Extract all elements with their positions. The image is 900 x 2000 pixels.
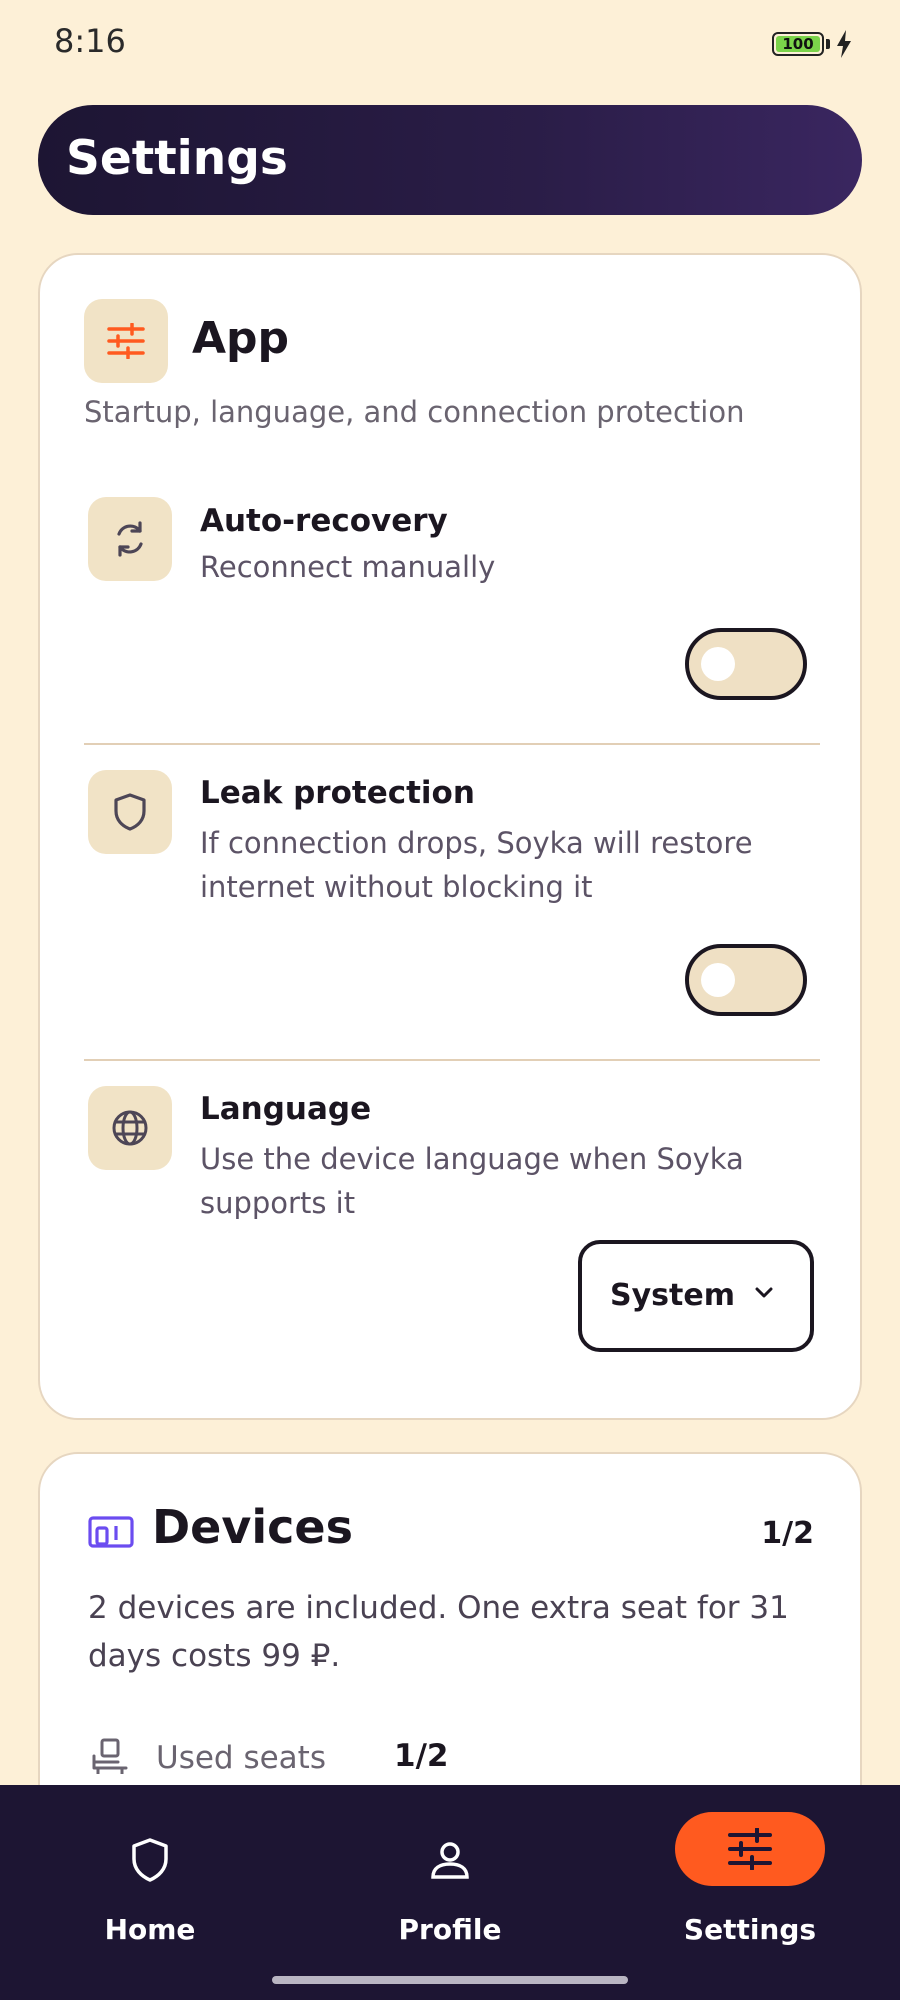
seat-icon [92,1738,128,1774]
language-title: Language [200,1091,372,1127]
globe-icon [88,1086,172,1170]
page-title: Settings [66,131,288,186]
leak-protection-title: Leak protection [200,775,475,811]
home-indicator [272,1976,628,1984]
nav-item-settings[interactable]: Settings [600,1785,900,1965]
person-icon [415,1825,485,1895]
status-time: 8:16 [54,22,126,60]
auto-recovery-description: Reconnect manually [200,550,496,584]
toggle-knob [701,963,735,997]
nav-item-home[interactable]: Home [0,1785,300,1965]
used-seats-label: Used seats [156,1740,326,1776]
sliders-icon [728,1828,772,1870]
refresh-icon [88,497,172,581]
auto-recovery-toggle[interactable] [685,628,807,700]
battery-level: 100 [776,35,820,53]
language-description: Use the device language when Soyka suppo… [200,1142,744,1220]
status-bar: 8:16 100 [0,0,900,88]
battery-tip [826,39,830,49]
devices-description: 2 devices are included. One extra seat f… [88,1590,789,1674]
nav-label-home: Home [104,1913,196,1946]
battery-icon: 100 [772,32,824,56]
shield-icon [88,770,172,854]
toggle-knob [701,647,735,681]
nav-active-pill [675,1812,825,1886]
nav-label-profile: Profile [398,1913,502,1946]
chevron-down-icon [755,1287,773,1298]
page-header: Settings [38,105,862,215]
leak-protection-description: If connection drops, Soyka will restore … [200,826,753,904]
section-title: App [192,313,290,364]
app-settings-card: App Startup, language, and connection pr… [38,253,862,1420]
divider [84,1059,820,1061]
devices-title: Devices [152,1500,353,1554]
nav-label-settings: Settings [683,1913,817,1946]
used-seats-value: 1/2 [394,1738,449,1774]
language-select[interactable]: System [578,1240,814,1352]
bottom-navigation: Home Profile Settings [0,1785,900,2000]
nav-item-profile[interactable]: Profile [300,1785,600,1965]
charging-icon [837,30,851,58]
shield-icon [115,1825,185,1895]
auto-recovery-title: Auto-recovery [200,503,448,539]
leak-protection-toggle[interactable] [685,944,807,1016]
language-select-value: System [610,1278,735,1313]
devices-icon [88,1516,134,1548]
sliders-icon [84,299,168,383]
divider [84,743,820,745]
devices-count: 1/2 [761,1516,814,1551]
section-subtitle: Startup, language, and connection protec… [84,395,745,429]
